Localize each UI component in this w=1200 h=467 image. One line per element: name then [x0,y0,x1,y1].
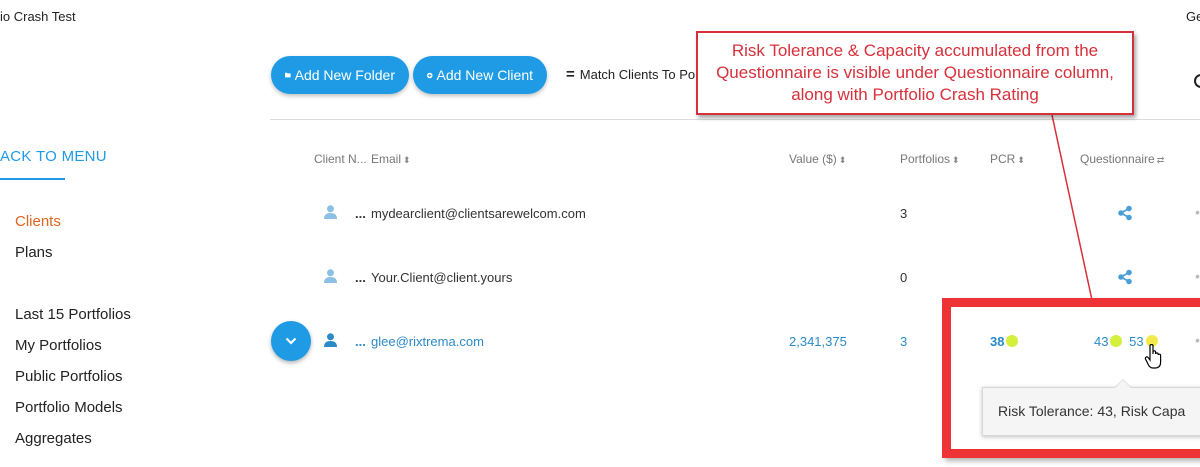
sidebar-item-my-portfolios[interactable]: My Portfolios [15,337,102,354]
share-icon[interactable] [1117,269,1133,285]
chevron-down-icon [285,337,297,345]
share-icon[interactable] [1117,205,1133,221]
search-icon[interactable] [1194,74,1200,88]
column-header-client-name[interactable]: Client N... [314,152,367,166]
column-label: Value ($) [789,152,837,166]
match-clients-link[interactable]: = Match Clients To Por [566,67,699,82]
add-new-client-button[interactable]: Add New Client [413,56,547,94]
client-email: mydearclient@clientsarewelcom.com [371,206,586,221]
portfolios-count: 3 [900,206,908,221]
column-header-email[interactable]: Email ⬍ [371,152,411,166]
highlight-box [942,298,1200,458]
column-label: PCR [990,152,1016,166]
annotation-callout: Risk Tolerance & Capacity accumulated fr… [696,31,1134,115]
row-menu-icon[interactable]: • [1195,204,1200,220]
user-icon [324,269,337,283]
column-header-portfolios[interactable]: Portfolios ⬍ [900,152,960,166]
toolbar-divider [270,119,1200,120]
column-label: Email [371,152,402,166]
user-icon [324,205,337,219]
portfolio-value[interactable]: 2,341,375 [789,334,847,349]
column-header-value[interactable]: Value ($) ⬍ [789,152,846,166]
sort-icon: ⬍ [838,155,847,165]
sort-icon: ⬍ [403,155,411,165]
client-name[interactable]: ... [355,206,366,221]
sort-icon: ⬍ [952,155,960,165]
sort-icon: ⬍ [1017,155,1025,165]
column-label: Portfolios [900,152,951,166]
expand-row-button[interactable] [271,321,311,361]
equals-icon: = [566,66,575,83]
column-header-pcr[interactable]: PCR ⬍ [990,152,1025,166]
plus-circle-icon [427,72,433,78]
add-new-folder-button[interactable]: Add New Folder [271,56,409,94]
folder-icon [285,72,291,78]
back-to-menu-underline [0,178,65,180]
add-new-folder-label: Add New Folder [294,67,395,83]
swap-icon: ⇄ [1156,155,1165,165]
sidebar-item-public-portfolios[interactable]: Public Portfolios [15,368,123,385]
row-menu-icon[interactable]: • [1195,268,1200,284]
sidebar-item-plans[interactable]: Plans [15,244,53,261]
header-right-text[interactable]: Ge [1186,9,1200,24]
sidebar-item-portfolio-models[interactable]: Portfolio Models [15,399,123,416]
portfolios-count[interactable]: 3 [900,334,907,349]
client-email: Your.Client@client.yours [371,270,513,285]
sidebar-item-aggregates[interactable]: Aggregates [15,430,92,447]
sidebar-item-last-15-portfolios[interactable]: Last 15 Portfolios [15,306,131,323]
add-new-client-label: Add New Client [436,67,534,83]
column-label: Questionnaire [1080,152,1155,166]
back-to-menu-link[interactable]: ACK TO MENU [0,148,107,165]
client-name[interactable]: ... [355,334,366,349]
client-name[interactable]: ... [355,270,366,285]
column-header-questionnaire[interactable]: Questionnaire ⇄ [1080,152,1164,166]
portfolios-count: 0 [900,270,908,285]
app-title: io Crash Test [0,9,76,24]
sidebar-item-clients[interactable]: Clients [15,213,61,230]
user-icon [324,333,337,347]
column-label: Client N... [314,152,367,166]
match-clients-label: Match Clients To Por [579,67,700,82]
client-email[interactable]: glee@rixtrema.com [371,334,484,349]
